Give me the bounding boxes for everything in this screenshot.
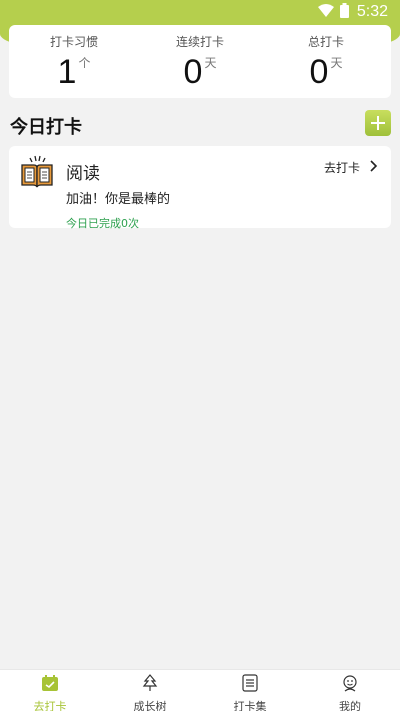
wifi-icon xyxy=(317,3,334,21)
nav-item-collection[interactable]: 打卡集 xyxy=(200,670,300,711)
nav-label: 去打卡 xyxy=(33,700,67,711)
battery-icon xyxy=(339,2,349,22)
nav-item-profile[interactable]: 我的 xyxy=(300,670,400,711)
stat-unit: 天 xyxy=(330,56,343,70)
stat-value: 0 xyxy=(309,53,329,91)
nav-label: 打卡集 xyxy=(233,700,267,711)
bottom-nav: 去打卡 成长树 打卡集 我的 xyxy=(0,669,400,711)
stat-value: 0 xyxy=(183,53,203,91)
add-habit-button[interactable] xyxy=(365,110,391,136)
status-time: 5:32 xyxy=(356,3,388,20)
chevron-right-icon xyxy=(370,159,378,176)
habit-motto: 加油！你是最棒的 xyxy=(66,192,171,207)
checkin-button[interactable]: 去打卡 xyxy=(324,159,378,176)
section-title: 今日打卡 xyxy=(10,117,82,138)
habit-completed-count: 今日已完成0次 xyxy=(66,217,139,230)
stat-unit: 天 xyxy=(204,56,217,70)
nav-label: 成长树 xyxy=(133,700,167,711)
stat-label: 打卡习惯 xyxy=(49,35,98,49)
stat-habits[interactable]: 打卡习惯 1 个 xyxy=(19,25,129,98)
nav-item-growth-tree[interactable]: 成长树 xyxy=(100,670,200,711)
book-icon xyxy=(19,154,55,190)
stats-card: 打卡习惯 1 个 连续打卡 0 天 总打卡 0 天 xyxy=(9,25,391,98)
stat-label: 连续打卡 xyxy=(175,35,224,49)
stat-value: 1 xyxy=(57,53,77,91)
profile-icon xyxy=(341,674,359,698)
stat-unit: 个 xyxy=(78,56,91,70)
nav-item-checkin[interactable]: 去打卡 xyxy=(0,670,100,711)
checkin-label: 去打卡 xyxy=(324,161,361,175)
list-icon xyxy=(241,674,259,698)
stat-label: 总打卡 xyxy=(307,35,344,49)
habit-card[interactable]: 阅读 去打卡 加油！你是最棒的 今日已完成0次 xyxy=(9,146,391,230)
nav-label: 我的 xyxy=(339,700,361,711)
stat-streak[interactable]: 连续打卡 0 天 xyxy=(145,25,255,98)
stat-total[interactable]: 总打卡 0 天 xyxy=(271,25,381,98)
calendar-icon xyxy=(41,674,59,698)
status-bar: 5:32 xyxy=(0,0,400,24)
tree-icon xyxy=(141,674,159,698)
habit-name: 阅读 xyxy=(66,164,100,184)
